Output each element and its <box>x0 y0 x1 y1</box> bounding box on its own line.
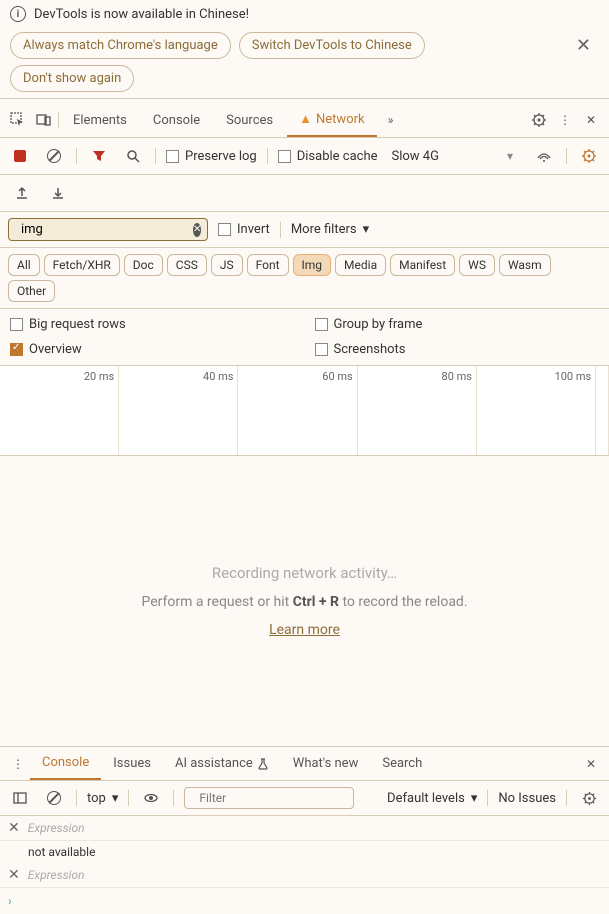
expression-placeholder[interactable]: Expression <box>28 821 85 835</box>
chip-all[interactable]: All <box>8 254 40 276</box>
live-expression-row: ✕ Expression <box>0 863 609 888</box>
network-toolbar: Preserve log Disable cache Slow 4G ▾ <box>0 138 609 175</box>
console-prompt[interactable]: › <box>0 888 609 914</box>
timeline-cell: 40 ms <box>119 366 238 455</box>
chip-ws[interactable]: WS <box>459 254 495 276</box>
inspect-element-icon[interactable] <box>6 108 30 132</box>
live-expression-row: ✕ Expression <box>0 816 609 841</box>
empty-state: Recording network activity… Perform a re… <box>0 456 609 746</box>
timeline-overview[interactable]: 20 ms 40 ms 60 ms 80 ms 100 ms <box>0 366 609 456</box>
drawer-tab-whatsnew[interactable]: What's new <box>281 748 371 779</box>
timeline-label: 80 ms <box>442 370 472 383</box>
preserve-log-checkbox[interactable]: Preserve log <box>166 149 257 164</box>
log-levels-select[interactable]: Default levels ▾ <box>387 791 477 806</box>
info-text: DevTools is now available in Chinese! <box>34 7 249 22</box>
chip-media[interactable]: Media <box>335 254 386 276</box>
chip-css[interactable]: CSS <box>167 254 207 276</box>
search-icon[interactable] <box>121 144 145 168</box>
chevron-down-icon: ▾ <box>471 791 478 806</box>
remove-expression-icon[interactable]: ✕ <box>8 867 20 883</box>
drawer-tab-ai[interactable]: AI assistance <box>163 748 281 779</box>
remove-expression-icon[interactable]: ✕ <box>8 820 20 836</box>
big-request-rows-checkbox[interactable]: Big request rows <box>10 317 295 332</box>
settings-icon[interactable] <box>527 108 551 132</box>
request-type-chips: AllFetch/XHRDocCSSJSFontImgMediaManifest… <box>0 248 609 309</box>
expression-placeholder[interactable]: Expression <box>28 868 85 882</box>
import-har-icon[interactable] <box>46 181 70 205</box>
close-devtools-icon[interactable]: ✕ <box>579 108 603 132</box>
always-match-language-button[interactable]: Always match Chrome's language <box>10 32 231 59</box>
chip-font[interactable]: Font <box>247 254 289 276</box>
timeline-cell: 20 ms <box>0 366 119 455</box>
overview-checkbox[interactable]: Overview <box>10 342 295 357</box>
recording-hint: Perform a request or hit Ctrl + R to rec… <box>141 594 467 610</box>
throttle-dropdown-icon[interactable]: ▾ <box>498 144 522 168</box>
timeline-label: 60 ms <box>322 370 352 383</box>
filter-input-wrap[interactable]: ✕ <box>8 218 208 241</box>
network-settings-icon[interactable] <box>577 144 601 168</box>
network-conditions-icon[interactable] <box>532 144 556 168</box>
filter-input[interactable] <box>21 222 187 237</box>
export-har-icon[interactable] <box>10 181 34 205</box>
chip-js[interactable]: JS <box>211 254 243 276</box>
info-icon: i <box>10 6 26 22</box>
chip-fetch-xhr[interactable]: Fetch/XHR <box>44 254 120 276</box>
switch-language-button[interactable]: Switch DevTools to Chinese <box>239 32 425 59</box>
record-button[interactable] <box>8 144 32 168</box>
filter-toggle-icon[interactable] <box>87 144 111 168</box>
learn-more-link[interactable]: Learn more <box>269 622 340 638</box>
main-tabs: Elements Console Sources ▲ Network » ⋮ ✕ <box>0 99 609 138</box>
timeline-cell: 80 ms <box>358 366 477 455</box>
drawer-tab-console[interactable]: Console <box>30 747 101 780</box>
chevron-down-icon: ▾ <box>112 791 119 806</box>
chip-doc[interactable]: Doc <box>124 254 163 276</box>
timeline-label: 40 ms <box>203 370 233 383</box>
timeline-cell: 60 ms <box>238 366 357 455</box>
console-toolbar: top ▾ Default levels ▾ No Issues <box>0 781 609 816</box>
toggle-sidebar-icon[interactable] <box>8 786 32 810</box>
timeline-cell: 100 ms <box>477 366 596 455</box>
issues-link[interactable]: No Issues <box>498 791 556 806</box>
invert-checkbox[interactable]: Invert <box>218 222 270 237</box>
disable-cache-checkbox[interactable]: Disable cache <box>278 149 378 164</box>
clear-filter-icon[interactable]: ✕ <box>193 223 201 237</box>
timeline-label: 100 ms <box>555 370 592 383</box>
chip-other[interactable]: Other <box>8 280 55 302</box>
expression-result: not available <box>0 841 609 863</box>
kebab-menu-icon[interactable]: ⋮ <box>553 108 577 132</box>
chevron-down-icon: ▾ <box>363 222 370 237</box>
drawer-tab-issues[interactable]: Issues <box>101 748 163 779</box>
device-toolbar-icon[interactable] <box>32 108 56 132</box>
flask-icon <box>257 758 269 770</box>
screenshots-checkbox[interactable]: Screenshots <box>315 342 600 357</box>
tab-elements[interactable]: Elements <box>61 105 139 136</box>
tab-sources[interactable]: Sources <box>214 105 285 136</box>
clear-console-icon[interactable] <box>42 786 66 810</box>
chip-manifest[interactable]: Manifest <box>390 254 455 276</box>
dont-show-again-button[interactable]: Don't show again <box>10 65 134 92</box>
drawer-tabs: ⋮ Console Issues AI assistance What's ne… <box>0 747 609 781</box>
more-filters-dropdown[interactable]: More filters ▾ <box>291 222 369 237</box>
drawer-kebab-icon[interactable]: ⋮ <box>6 752 30 776</box>
throttling-select[interactable]: Slow 4G <box>388 147 443 166</box>
timeline-label: 20 ms <box>84 370 114 383</box>
tab-network[interactable]: ▲ Network <box>287 103 376 137</box>
recording-title: Recording network activity… <box>212 564 397 582</box>
close-drawer-icon[interactable]: ✕ <box>579 752 603 776</box>
chip-wasm[interactable]: Wasm <box>499 254 551 276</box>
drawer-tab-search[interactable]: Search <box>370 748 434 779</box>
clear-button[interactable] <box>42 144 66 168</box>
close-infobar-icon[interactable]: ✕ <box>568 35 599 56</box>
console-settings-icon[interactable] <box>577 786 601 810</box>
chip-img[interactable]: Img <box>293 254 332 276</box>
console-filter-input[interactable] <box>184 787 354 809</box>
group-by-frame-checkbox[interactable]: Group by frame <box>315 317 600 332</box>
context-select[interactable]: top ▾ <box>87 791 118 806</box>
live-expression-icon[interactable] <box>139 786 163 810</box>
warning-icon: ▲ <box>299 111 312 127</box>
more-tabs-icon[interactable]: » <box>379 108 403 132</box>
tab-console[interactable]: Console <box>141 105 212 136</box>
